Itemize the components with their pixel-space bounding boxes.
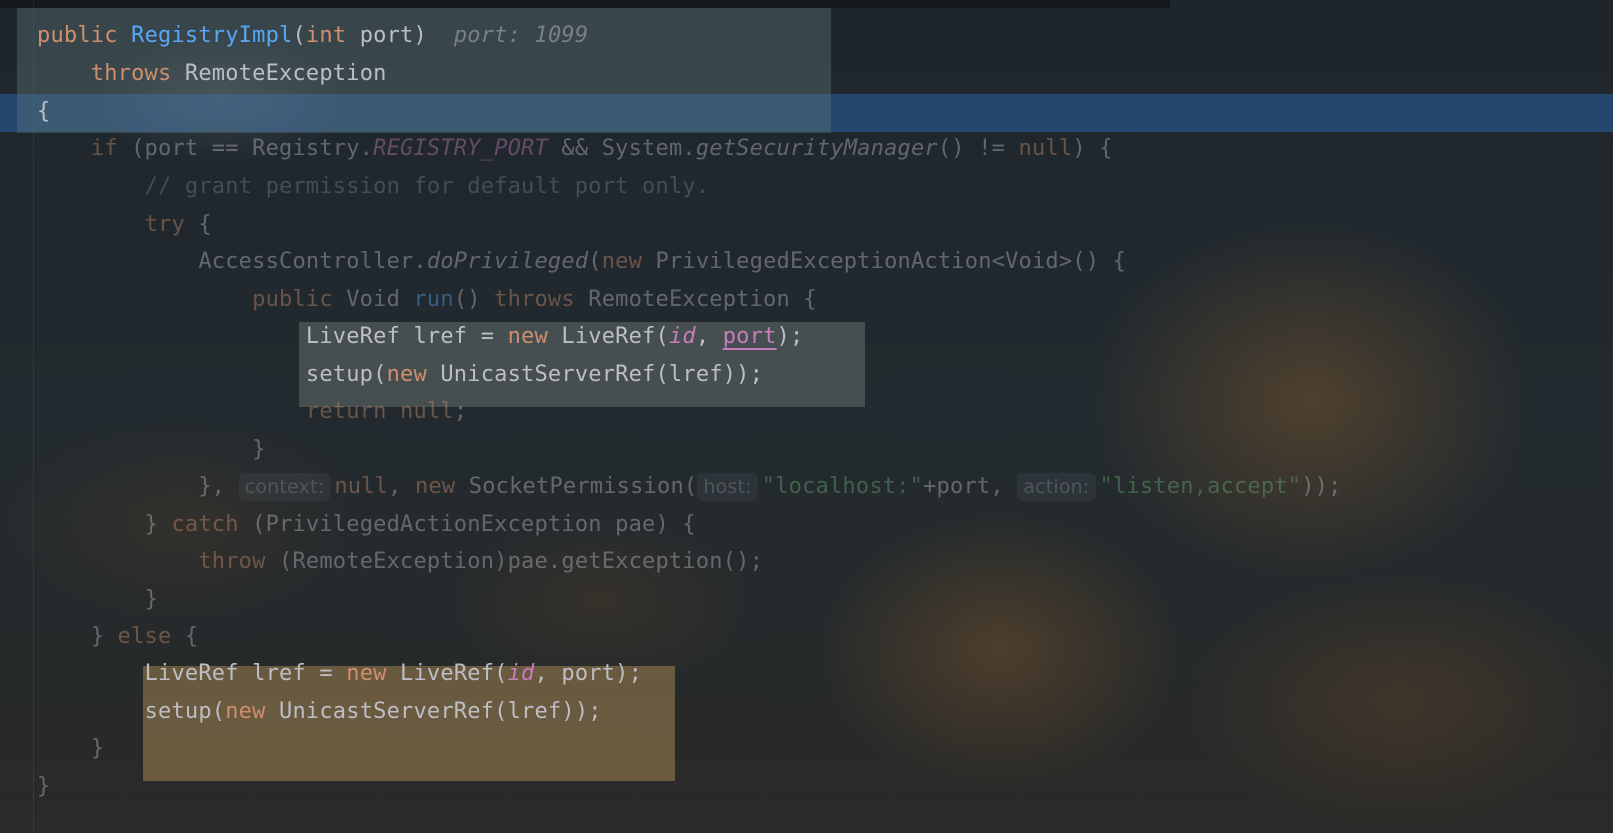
keyword-token: throw (198, 549, 266, 574)
code-line-13[interactable]: }, context: null, new SocketPermission(ho… (37, 468, 1342, 506)
code-token: }, (198, 474, 239, 499)
comment-token: // grant permission for default port onl… (144, 174, 710, 199)
keyword-token: return (305, 399, 387, 424)
constant-token: REGISTRY_PORT (373, 136, 548, 161)
field-token: id (507, 661, 535, 686)
keyword-token: throws (494, 287, 575, 312)
code-token: { (184, 212, 212, 237)
code-token: () (453, 287, 495, 312)
code-editor[interactable]: public RegistryImpl(int port) port: 1099… (0, 0, 1613, 833)
keyword-token: null (1018, 136, 1073, 161)
inline-value-hint: port: 1099 (453, 23, 589, 48)
code-line-7[interactable]: AccessController.doPrivileged(new Privil… (37, 243, 1126, 281)
code-line-17[interactable]: } else { (37, 618, 198, 656)
parameter-hint-action: action: (1017, 473, 1096, 501)
code-line-12[interactable]: } (37, 431, 266, 469)
code-token: ; (453, 399, 468, 424)
code-token: ( (588, 249, 602, 274)
constructor-name[interactable]: RegistryImpl (131, 23, 292, 48)
code-line-19[interactable]: setup(new UnicastServerRef(lref)); (37, 693, 602, 731)
string-token: "listen,accept" (1099, 474, 1302, 499)
code-token: Void (332, 287, 414, 312)
code-token: LiveRef( (547, 324, 669, 349)
code-line-2[interactable]: throws RemoteException (37, 55, 387, 93)
method-token: getSecurityManager (695, 136, 938, 161)
keyword-token: new (225, 699, 266, 724)
keyword-token: new (601, 249, 643, 274)
code-token: ( (292, 23, 306, 48)
keyword-token: try (144, 212, 185, 237)
code-line-9[interactable]: LiveRef lref = new LiveRef(id, port); (37, 318, 803, 356)
code-line-21[interactable]: } (37, 768, 50, 806)
code-token: setup( (144, 699, 226, 724)
brace-token: } (90, 736, 105, 761)
code-token: UnicastServerRef(lref)); (426, 362, 764, 387)
code-line-11[interactable]: return null; (37, 393, 467, 431)
code-token: (port == Registry. (117, 136, 374, 161)
keyword-token: public (252, 287, 333, 312)
string-token: "localhost:" (761, 474, 924, 499)
code-token: ); (776, 324, 804, 349)
code-line-3[interactable]: { (37, 93, 50, 131)
code-line-15[interactable]: throw (RemoteException)pae.getException(… (37, 543, 763, 581)
code-line-16[interactable]: } (37, 581, 158, 619)
code-token: setup( (305, 362, 387, 387)
keyword-token: if (90, 136, 118, 161)
method-token: doPrivileged (426, 249, 589, 274)
code-line-18[interactable]: LiveRef lref = new LiveRef(id, port); (37, 655, 642, 693)
brace-token: } (252, 437, 266, 462)
code-token: LiveRef lref = (144, 661, 347, 686)
brace-token: } (37, 774, 51, 799)
code-line-1[interactable]: public RegistryImpl(int port) port: 1099 (37, 17, 588, 55)
code-token: && System. (547, 136, 696, 161)
code-token: )); (1301, 474, 1342, 499)
code-line-8[interactable]: public Void run() throws RemoteException… (37, 281, 817, 319)
brace-token: { (37, 99, 51, 124)
editor-top-strip (0, 0, 1170, 8)
parameter-hint-host: host: (697, 473, 758, 501)
keyword-token: new (386, 362, 427, 387)
keyword-token: public (37, 23, 118, 48)
brace-token: } (144, 587, 159, 612)
code-line-10[interactable]: setup(new UnicastServerRef(lref)); (37, 356, 763, 394)
code-token: PrivilegedExceptionAction<Void>() { (642, 249, 1127, 274)
parameter-token: port (722, 324, 777, 349)
code-token: (PrivilegedActionException pae) { (238, 512, 696, 537)
code-token: , (695, 324, 723, 349)
parameter-hint-context: context: (238, 473, 331, 501)
code-token: port) (346, 23, 427, 48)
code-token: , (388, 474, 415, 499)
keyword-token: null (334, 474, 389, 499)
keyword-token: null (400, 399, 454, 424)
code-token: UnicastServerRef(lref)); (265, 699, 602, 724)
code-token: () != (937, 136, 1019, 161)
code-token: RemoteException { (574, 287, 817, 312)
code-token: +port, (923, 474, 1018, 499)
keyword-token: throws (90, 61, 172, 86)
code-token: } (144, 512, 172, 537)
code-token: LiveRef lref = (305, 324, 508, 349)
code-token: } (90, 624, 118, 649)
keyword-token: else (117, 624, 172, 649)
code-token: { (171, 624, 199, 649)
code-line-5[interactable]: // grant permission for default port onl… (37, 168, 710, 206)
keyword-token: new (507, 324, 548, 349)
code-token: LiveRef( (386, 661, 508, 686)
code-token: , port); (534, 661, 643, 686)
keyword-token: catch (171, 512, 239, 537)
code-token: (RemoteException)pae.getException(); (265, 549, 764, 574)
code-token: AccessController. (198, 249, 427, 274)
code-line-4[interactable]: if (port == Registry.REGISTRY_PORT && Sy… (37, 130, 1113, 168)
method-name-token: run (413, 287, 454, 312)
keyword-token: int (305, 23, 347, 48)
field-token: id (668, 324, 696, 349)
code-token: SocketPermission( (455, 474, 698, 499)
code-line-14[interactable]: } catch (PrivilegedActionException pae) … (37, 506, 696, 544)
type-token: RemoteException (184, 61, 387, 86)
keyword-token: new (346, 661, 387, 686)
code-line-20[interactable]: } (37, 730, 104, 768)
code-line-6[interactable]: try { (37, 206, 212, 244)
keyword-token: new (414, 474, 456, 499)
code-token: ) { (1072, 136, 1113, 161)
